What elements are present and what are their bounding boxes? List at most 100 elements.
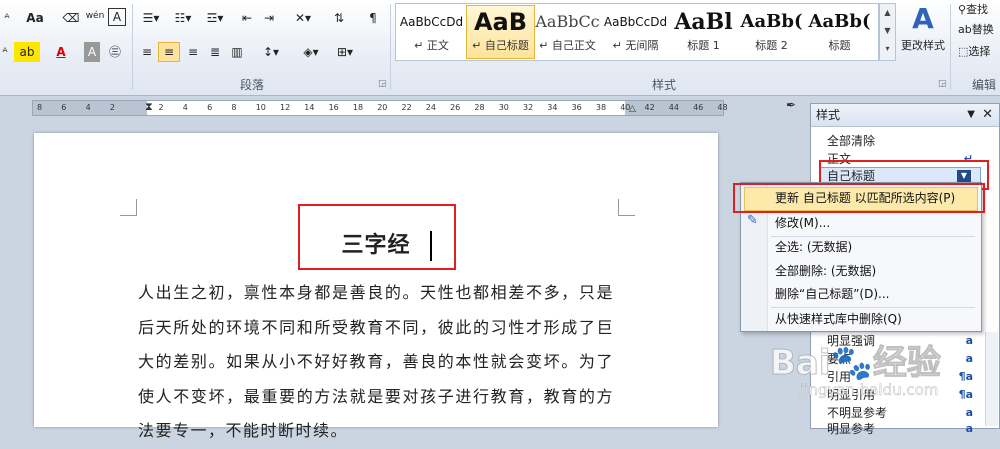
menu-remove-from-gallery[interactable]: 从快速样式库中删除(Q) (775, 309, 902, 329)
find-icon: ⚲ (958, 3, 967, 16)
menu-select-all[interactable]: 全选: (无数据) (775, 237, 852, 257)
distributed-icon[interactable]: ▥ (228, 42, 246, 62)
select-button[interactable]: ⬚选择 (958, 42, 1000, 62)
style-no-spacing[interactable]: AaBbCcDd ↵ 无间隔 (602, 6, 669, 58)
styles-gallery: AaBbCcDd ↵ 正文 AaB ↵ 自己标题 AaBbCc ↵ 自己正文 A… (395, 3, 879, 61)
style-item-clear-all[interactable]: 全部清除 (827, 132, 875, 150)
menu-delete-all[interactable]: 全部删除: (无数据) (775, 261, 876, 281)
style-custom-heading[interactable]: AaB ↵ 自己标题 (466, 5, 535, 59)
select-label: 选择 (968, 45, 991, 58)
style-context-menu: 更新 自己标题 以匹配所选内容(P) ✎ 修改(M)... 全选: (无数据) … (733, 182, 985, 332)
style-name: 标题 2 (755, 39, 788, 52)
align-right-icon[interactable]: ≡ (184, 42, 202, 62)
borders-icon[interactable]: ⊞▾ (332, 42, 358, 62)
ruler-tick-label: 22 (401, 103, 412, 112)
styles-pane-header: 样式 ▼ ✕ (811, 104, 999, 127)
line-spacing-icon[interactable]: ↕▾ (258, 42, 284, 62)
ruler-toggle-icon[interactable]: ✒ (786, 98, 796, 112)
bold-partial-icon[interactable]: ᴬ (0, 42, 10, 62)
margin-corner-mark (618, 199, 635, 216)
style-custom-body[interactable]: AaBbCc ↵ 自己正文 (534, 6, 601, 58)
ruler-tick-label: 48 (717, 103, 728, 112)
style-heading-2[interactable]: AaBb( 标题 2 (738, 6, 805, 58)
decrease-indent-icon[interactable]: ⇤ (238, 8, 256, 28)
increase-indent-icon[interactable]: ⇥ (260, 8, 278, 28)
align-left-icon[interactable]: ≡ (138, 42, 156, 62)
style-name: ↵ 无间隔 (612, 39, 659, 52)
clear-format-icon[interactable]: ⌫ (62, 8, 80, 28)
ruler-tick-label: 16 (328, 103, 339, 112)
document-page[interactable]: 三字经 人出生之初，禀性本身都是善良的。天性也都相差不多，只是后天所处的环境不同… (34, 133, 718, 440)
align-center-icon[interactable]: ≡ (158, 42, 180, 62)
ruler-tick-label: 2 (109, 103, 115, 112)
ruler-tick-label: 26 (450, 103, 461, 112)
find-button[interactable]: ⚲查找 (958, 0, 1000, 20)
styles-pane-title: 样式 (816, 108, 841, 122)
style-preview: AaBbCcDd (603, 15, 668, 29)
ruler-tick-label: 28 (474, 103, 485, 112)
paragraph-launcher-icon[interactable]: ◲ (378, 79, 387, 89)
right-indent-marker-icon[interactable]: △ (629, 103, 636, 115)
numbering-icon[interactable]: ☷▾ (170, 8, 196, 28)
style-title[interactable]: AaBb( 标题 (806, 6, 873, 58)
replace-button[interactable]: ab替换 (958, 20, 1000, 40)
group-separator (390, 4, 391, 90)
horizontal-ruler[interactable]: ⧗ 8 6 4 2 2 4 6 8 10 12 14 16 18 20 22 24 26 28 30 32 34 36 38… (32, 100, 728, 116)
style-preview: AaBbCc (535, 12, 600, 31)
justify-icon[interactable]: ≣ (206, 42, 224, 62)
menu-highlight-box (733, 183, 985, 213)
style-name: ↵ 自己标题 (472, 39, 529, 52)
margin-corner-mark (120, 199, 137, 216)
styles-launcher-icon[interactable]: ◲ (938, 79, 947, 89)
document-paragraph[interactable]: 人出生之初，禀性本身都是善良的。天性也都相差不多，只是后天所处的环境不同和所受教… (138, 276, 614, 449)
ruler-tick-label: 10 (255, 103, 266, 112)
watermark-suffix: 经验 (872, 343, 941, 384)
style-name: 标题 1 (687, 39, 720, 52)
bullets-icon[interactable]: ☰▾ (138, 8, 164, 28)
scroll-up-icon[interactable]: ▲ (880, 4, 895, 22)
font-color-button[interactable]: A (52, 42, 70, 62)
style-preview: AaB (473, 8, 528, 36)
scroll-down-icon[interactable]: ▼ (880, 22, 895, 40)
chinese-layout-icon[interactable]: ✕▾ (290, 8, 316, 28)
font-size-dropdown[interactable]: ᴬ (0, 8, 14, 28)
ribbon: ᴬ Aa ⌫ wén A ᴬ ab A A ㊂ ☰▾ ☷▾ ☲▾ ⇤ ⇥ ✕▾ … (0, 0, 1000, 96)
enclose-char-icon[interactable]: ㊂ (106, 42, 124, 62)
replace-label: 替换 (971, 23, 994, 36)
watermark-brand: Bai (770, 343, 832, 384)
indent-marker-icon[interactable]: ⧗ (145, 101, 153, 113)
close-icon[interactable]: ✕ (982, 104, 993, 126)
ruler-tick-label: 36 (571, 103, 582, 112)
ruler-tick-label: 24 (425, 103, 436, 112)
multilevel-list-icon[interactable]: ☲▾ (202, 8, 228, 28)
find-label: 查找 (966, 3, 989, 16)
paw-icon: 🐾 (830, 343, 873, 384)
styles-group-label: 样式 (652, 78, 677, 92)
change-styles-icon[interactable]: A (904, 2, 942, 36)
paragraph-group-label: 段落 (240, 78, 265, 92)
ruler-tick-label: 8 (231, 103, 237, 112)
change-styles-button[interactable]: 更改样式 (898, 36, 948, 56)
style-preview: AaBbCcDd (399, 15, 464, 29)
char-border-button[interactable]: A (108, 8, 126, 26)
style-heading-1[interactable]: AaBl 标题 1 (670, 6, 737, 58)
sort-icon[interactable]: ⇅ (330, 8, 348, 28)
style-preview: AaBb( (740, 11, 803, 32)
group-separator (132, 4, 133, 90)
gallery-scrollbar[interactable]: ▲ ▼ ▾ (879, 3, 896, 61)
pane-options-icon[interactable]: ▼ (967, 104, 975, 126)
highlight-color-button[interactable]: ab (14, 42, 40, 62)
menu-delete-style[interactable]: 删除“自己标题”(D)... (775, 284, 889, 304)
style-preview: AaBl (674, 9, 733, 35)
style-normal[interactable]: AaBbCcDd ↵ 正文 (398, 6, 465, 58)
group-separator (950, 4, 951, 90)
show-marks-icon[interactable]: ¶ (364, 8, 382, 28)
more-styles-icon[interactable]: ▾ (880, 40, 895, 58)
change-case-button[interactable]: Aa (22, 8, 48, 28)
shading-icon[interactable]: ◈▾ (298, 42, 324, 62)
ruler-tick-label: 44 (668, 103, 679, 112)
menu-modify[interactable]: 修改(M)... (775, 213, 830, 233)
ruler-tick-label: 20 (377, 103, 388, 112)
phonetic-guide-button[interactable]: wén (84, 6, 106, 26)
char-shading-button[interactable]: A (84, 42, 100, 62)
